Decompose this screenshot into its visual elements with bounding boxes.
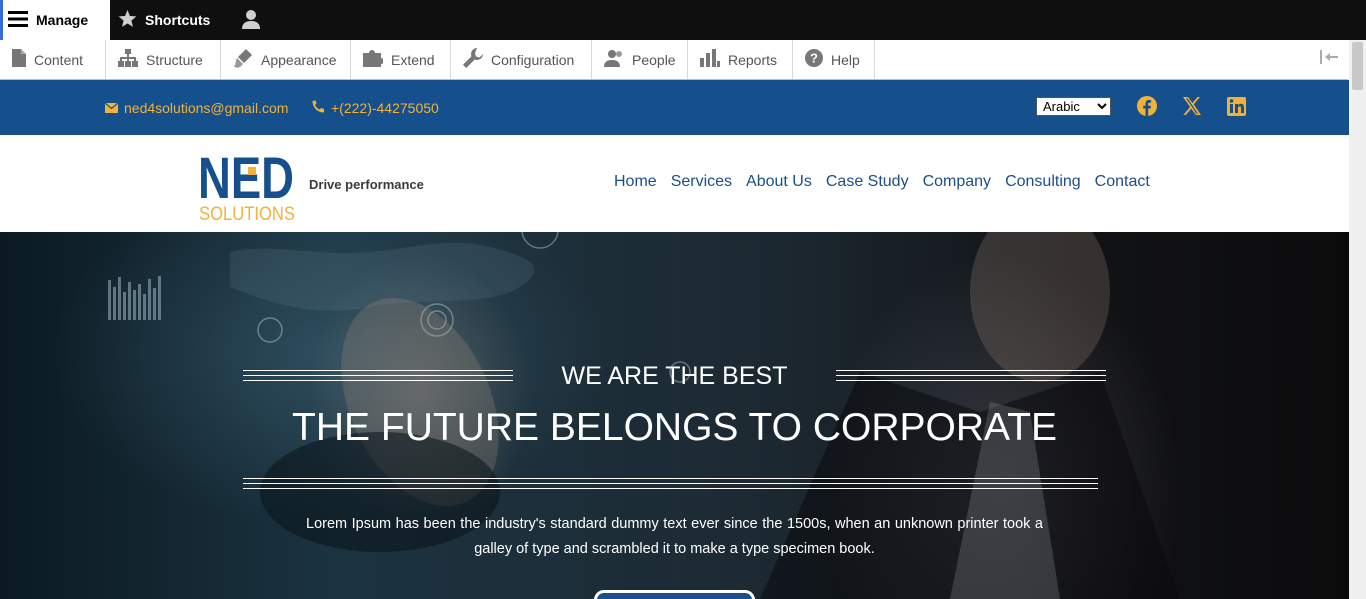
shortcuts-tab[interactable]: Shortcuts [118, 0, 210, 40]
page-scrollbar[interactable] [1349, 40, 1366, 599]
nav-consulting[interactable]: Consulting [1005, 173, 1081, 191]
wrench-icon [463, 48, 483, 71]
star-icon [118, 9, 137, 31]
tray-label: Appearance [261, 51, 337, 68]
site-slogan: Drive performance [309, 177, 424, 192]
hero-banner: WE ARE THE BEST THE FUTURE BELONGS TO CO… [0, 232, 1349, 599]
nav-contact[interactable]: Contact [1095, 173, 1150, 191]
manage-tab[interactable]: Manage [0, 0, 110, 40]
tray-item-extend[interactable]: Extend [351, 40, 451, 79]
people-icon [604, 49, 624, 70]
bar-chart-icon [700, 49, 720, 70]
phone-text: +(222)-44275050 [331, 99, 439, 116]
phone-link[interactable]: +(222)-44275050 [312, 80, 439, 135]
x-icon[interactable] [1180, 94, 1204, 118]
file-icon [12, 49, 26, 70]
nav-about-us[interactable]: About Us [746, 173, 812, 191]
nav-case-study[interactable]: Case Study [826, 173, 909, 191]
tray-label: Extend [391, 51, 435, 68]
email-link[interactable]: ned4solutions@gmail.com [104, 80, 289, 135]
tray-item-appearance[interactable]: Appearance [221, 40, 351, 79]
sitemap-icon [118, 49, 138, 70]
collapse-tray-icon[interactable] [1320, 50, 1340, 70]
nav-home[interactable]: Home [614, 173, 657, 191]
hero-title: THE FUTURE BELONGS TO CORPORATE [292, 406, 1057, 449]
admin-toolbar: Manage Shortcuts [0, 0, 1366, 40]
admin-tray: Content Structure Appearance Extend Conf… [0, 40, 1348, 80]
tray-item-structure[interactable]: Structure [106, 40, 221, 79]
nav-services[interactable]: Services [671, 173, 732, 191]
user-tab[interactable] [242, 0, 260, 40]
svg-text:SOLUTIONS: SOLUTIONS [199, 204, 295, 222]
envelope-icon [104, 100, 119, 116]
email-text: ned4solutions@gmail.com [124, 99, 289, 116]
linkedin-icon[interactable] [1224, 94, 1248, 118]
manage-label: Manage [36, 12, 89, 28]
nav-company[interactable]: Company [923, 173, 991, 191]
svg-text:NED: NED [198, 146, 294, 211]
language-select[interactable]: Arabic [1036, 97, 1111, 116]
hero-description: Lorem Ipsum has been the industry's stan… [306, 516, 1043, 557]
hero-cta-button[interactable] [594, 590, 755, 599]
brush-icon [233, 48, 253, 71]
svg-text:?: ? [810, 51, 818, 66]
tray-label: Configuration [491, 51, 575, 68]
tray-label: People [632, 51, 676, 68]
scrollbar-thumb[interactable] [1352, 42, 1363, 90]
user-icon [242, 9, 260, 32]
title-rule [243, 478, 1098, 489]
help-icon: ? [805, 49, 823, 70]
tray-item-people[interactable]: People [592, 40, 688, 79]
tray-item-reports[interactable]: Reports [688, 40, 793, 79]
tray-label: Content [34, 51, 84, 68]
hero-kicker: WE ARE THE BEST [561, 362, 788, 390]
tray-label: Help [831, 51, 860, 68]
shortcuts-label: Shortcuts [145, 12, 211, 28]
tray-item-configuration[interactable]: Configuration [451, 40, 592, 79]
phone-icon [312, 100, 325, 116]
puzzle-icon [363, 49, 384, 70]
tray-label: Structure [146, 51, 203, 68]
tray-item-content[interactable]: Content [0, 40, 106, 79]
tray-label: Reports [728, 51, 778, 68]
hamburger-icon [8, 10, 28, 31]
main-navigation: Home Services About Us Case Study Compan… [614, 173, 1150, 191]
facebook-icon[interactable] [1135, 94, 1159, 118]
tray-item-help[interactable]: ? Help [793, 40, 875, 79]
ned-solutions-logo[interactable]: NED SOLUTIONS [198, 146, 296, 225]
